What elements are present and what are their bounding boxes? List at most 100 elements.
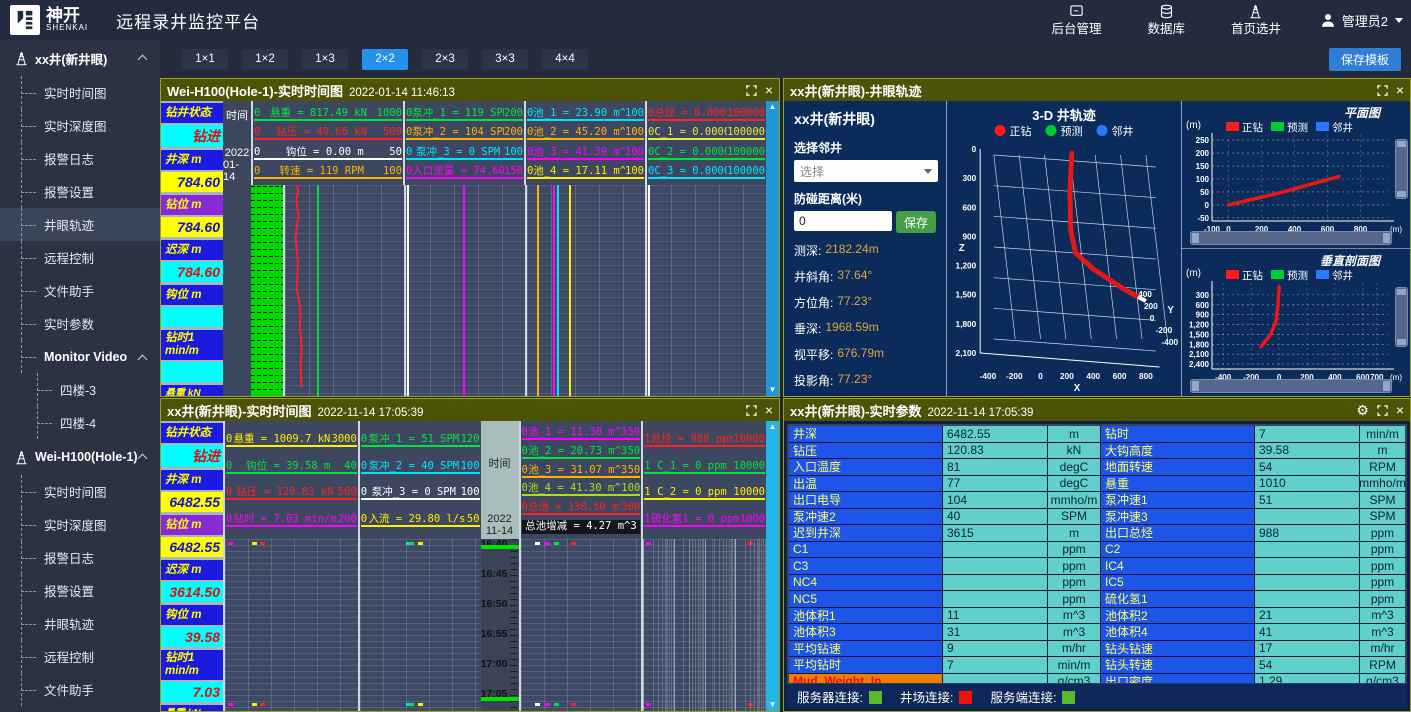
sidebar-item-实时时间图[interactable]: 实时时间图 [0, 475, 160, 508]
layout-button-2×3[interactable]: 2×3 [422, 49, 468, 70]
horizontal-scrollbar[interactable] [1190, 379, 1392, 393]
param-row-value: 81 [943, 459, 1047, 475]
svg-text:0: 0 [972, 144, 977, 154]
svg-text:-50: -50 [1197, 214, 1209, 223]
sidebar-item-实时深度图[interactable]: 实时深度图 [0, 508, 160, 541]
param-block: 钻位 m6482.55 [161, 515, 223, 557]
vertical-scrollbar[interactable] [1395, 287, 1408, 347]
sidebar-well-node[interactable]: Wei-H100(Hole-1) [0, 439, 160, 475]
panel-timestamp: 2022-11-14 17:05:39 [317, 407, 423, 419]
param-block: 悬重 kN817.5 [161, 385, 223, 396]
expand-icon[interactable] [746, 85, 757, 96]
expand-icon[interactable] [1377, 85, 1388, 96]
save-template-button[interactable]: 保存模板 [1329, 48, 1401, 71]
curve-line [648, 185, 650, 396]
param-row-label: 平均钻时 [789, 657, 942, 673]
save-distance-button[interactable]: 保存 [896, 211, 936, 233]
vertical-scrollbar[interactable]: ▲▼ [766, 421, 779, 711]
sidebar-item-文件助手[interactable]: 文件助手 [0, 274, 160, 307]
offset-well-select[interactable]: 选择 [794, 160, 938, 182]
sidebar-item-远程控制[interactable]: 远程控制 [0, 640, 160, 673]
param-label: 钩位 m [161, 285, 223, 305]
legend-max: 10000 [733, 460, 765, 472]
param-row-label: 出口电导 [789, 492, 942, 508]
gear-icon[interactable]: ⚙ [1356, 403, 1369, 417]
close-icon[interactable]: × [1396, 83, 1404, 97]
panel-header: xx井(新井眼)-井眼轨迹 × [784, 79, 1410, 101]
trajectory-field: 方位角:77.23° [794, 294, 938, 311]
close-icon[interactable]: × [765, 83, 773, 97]
layout-button-4×4[interactable]: 4×4 [542, 49, 588, 70]
sidebar-item-井眼轨迹[interactable]: 井眼轨迹 [0, 208, 160, 241]
well-name: xx井(新井眼) [794, 109, 938, 129]
sidebar-item-四楼-4[interactable]: 四楼-4 [0, 406, 160, 439]
close-icon[interactable]: × [1396, 403, 1404, 417]
scroll-down-icon[interactable]: ▼ [769, 384, 777, 396]
legend-dot-icon [1046, 125, 1057, 136]
layout-button-2×2[interactable]: 2×2 [362, 49, 408, 70]
sidebar-item-报警设置[interactable]: 报警设置 [0, 574, 160, 607]
time-tick-label: 16:50 [481, 598, 508, 610]
svg-text:900: 900 [1196, 311, 1210, 320]
close-icon[interactable]: × [765, 403, 773, 417]
logo-cn-text: 神开 [46, 9, 88, 23]
expand-icon[interactable] [746, 405, 757, 416]
trajectory-info-panel: xx井(新井眼) 选择邻井 选择 防碰距离(米) 0 保存 测深:2182.24… [784, 101, 947, 396]
nav-item-3[interactable]: 首页选井 [1231, 4, 1281, 36]
param-row-value [1255, 558, 1359, 574]
legend-entry: 0池_1 = 11.30 m^350 [522, 426, 641, 440]
param-row-unit: mmho/m [1048, 492, 1100, 508]
expand-icon[interactable] [1377, 405, 1388, 416]
legend-max: 150 [504, 165, 523, 177]
sidebar-item-四楼-3[interactable]: 四楼-3 [0, 373, 160, 406]
trajectory-3d-chart: 3-D 井轨迹 正钻预测邻井 03006009001,2001,5001,800… [947, 101, 1181, 396]
svg-text:300: 300 [962, 173, 976, 183]
horizontal-scrollbar[interactable] [1190, 231, 1392, 245]
layout-button-1×1[interactable]: 1×1 [182, 49, 228, 70]
sidebar-item-实时深度图[interactable]: 实时深度图 [0, 109, 160, 142]
param-row-value: 51 [1255, 492, 1359, 508]
sidebar-item-实时参数[interactable]: 实时参数 [0, 307, 160, 340]
scroll-down-icon[interactable]: ▼ [769, 699, 777, 711]
track-legend: 0总烃 = 0.00001000000C_1 = 0.00001000000C_… [645, 101, 766, 185]
sidebar-item-井眼轨迹[interactable]: 井眼轨迹 [0, 607, 160, 640]
param-row-value: 41 [1255, 624, 1359, 640]
user-menu[interactable]: 管理员2 [1319, 0, 1403, 40]
trajectory-2d-charts: 平面图(m)正钻预测邻井250200150100500-50-100020040… [1181, 101, 1410, 396]
vertical-scrollbar[interactable]: ▲▼ [766, 101, 779, 396]
sidebar-item-报警日志[interactable]: 报警日志 [0, 541, 160, 574]
sidebar-item-远程控制[interactable]: 远程控制 [0, 241, 160, 274]
sidebar-item-文件助手[interactable]: 文件助手 [0, 673, 160, 706]
tree-item-label: 四楼-3 [60, 380, 96, 399]
time-column-date: 11-14 [486, 525, 513, 537]
sidebar-well-node[interactable]: xx井(新井眼) [0, 40, 160, 76]
field-value: 2182.24m [825, 242, 878, 259]
svg-text:1,800: 1,800 [956, 319, 977, 329]
sidebar-item-monitor-video[interactable]: Monitor Video [0, 340, 160, 373]
chevron-up-icon [138, 454, 148, 464]
layout-button-1×3[interactable]: 1×3 [302, 49, 348, 70]
sidebar-item-报警日志[interactable]: 报警日志 [0, 142, 160, 175]
nav-item-2[interactable]: 数据库 [1147, 4, 1185, 36]
sidebar-item-实时时间图[interactable]: 实时时间图 [0, 76, 160, 109]
field-value: 77.23° [837, 294, 872, 311]
anticollision-distance-input[interactable]: 0 [794, 211, 892, 231]
layout-button-1×2[interactable]: 1×2 [242, 49, 288, 70]
legend-正钻: 正钻 [995, 123, 1032, 139]
legend-text: 总烃 = 988 ppm [651, 433, 734, 445]
layout-button-3×3[interactable]: 3×3 [482, 49, 528, 70]
data-dot [409, 703, 414, 706]
legend-text: 钻压 = 40.66 kN [260, 126, 383, 138]
svg-text:Y: Y [1167, 305, 1174, 316]
vertical-scrollbar[interactable] [1395, 139, 1408, 199]
param-value: 6482.55 [161, 492, 223, 512]
nav-item-1[interactable]: 后台管理 [1051, 4, 1101, 36]
track-legend: 0悬重 = 1009.7 kN30000钩位 = 39.58 m400钻压 = … [223, 421, 358, 539]
scroll-up-icon[interactable]: ▲ [769, 421, 777, 433]
log-gridline [653, 539, 654, 711]
legend-entry: 0钩位 = 0.00 m50 [254, 146, 402, 160]
scroll-up-icon[interactable]: ▲ [769, 101, 777, 113]
param-row-unit: min/m [1360, 426, 1405, 442]
svg-text:2,100: 2,100 [956, 348, 977, 358]
sidebar-item-报警设置[interactable]: 报警设置 [0, 175, 160, 208]
